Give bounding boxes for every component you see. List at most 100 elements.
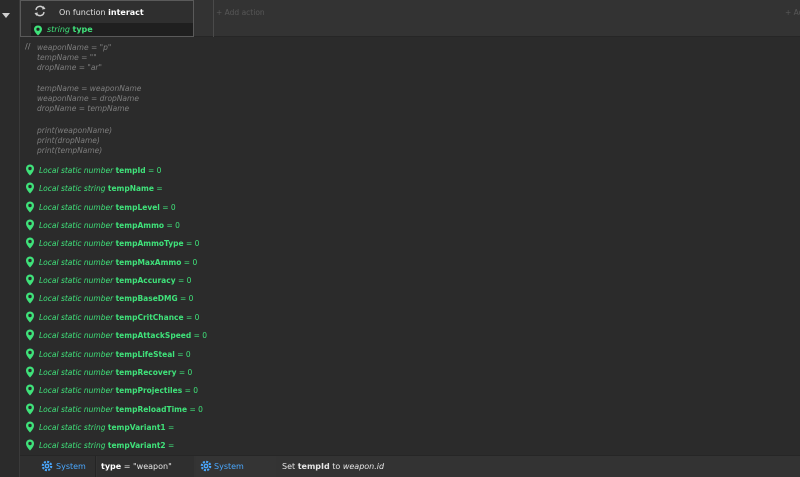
local-variable-text: Local static number tempReloadTime = 0 — [39, 405, 203, 414]
map-pin-icon — [26, 219, 34, 231]
local-variable-value: = 0 — [162, 202, 176, 212]
local-variable-value: = 0 — [186, 239, 200, 249]
function-event-header[interactable]: On function interact string type + Add a… — [20, 0, 800, 37]
local-variable-row[interactable]: Local static string tempVariant2 = — [20, 436, 800, 455]
sub-event-row[interactable]: System type = "weapon" System Set tempId… — [20, 455, 800, 477]
local-variable-name: tempBaseDMG — [115, 294, 178, 304]
system-label: System — [56, 462, 86, 471]
local-variable-row[interactable]: Local static number tempAmmoType = 0 — [20, 234, 800, 253]
local-variable-row[interactable]: Local static number tempMaxAmmo = 0 — [20, 252, 800, 271]
set-variable-action[interactable]: Set tempId to weapon.id — [276, 456, 800, 477]
local-variable-prefix: Local static number — [39, 276, 114, 286]
local-variable-text: Local static string tempName = — [39, 184, 163, 193]
local-variable-value: = 0 — [180, 294, 194, 304]
local-variable-value: = — [156, 184, 163, 194]
local-variable-name: tempAttackSpeed — [115, 331, 192, 341]
gear-icon — [200, 460, 212, 472]
collapse-arrow-icon[interactable] — [2, 13, 10, 18]
map-pin-icon — [26, 237, 34, 249]
local-variable-text: Local static number tempId = 0 — [39, 166, 161, 175]
local-variable-row[interactable]: Local static number tempCritChance = 0 — [20, 307, 800, 326]
local-variable-name: tempVariant1 — [107, 422, 166, 432]
action-mid: to — [329, 462, 343, 471]
map-pin-icon — [26, 421, 34, 433]
local-variable-text: Local static number tempAttackSpeed = 0 — [39, 331, 207, 340]
parameter-type: string — [47, 25, 70, 34]
local-variable-prefix: Local static string — [39, 422, 106, 432]
action-value: weapon.id — [342, 462, 385, 471]
function-loop-icon — [34, 5, 46, 17]
local-variable-row[interactable]: Local static number tempAmmo = 0 — [20, 216, 800, 235]
local-variable-row[interactable]: Local static number tempProjectiles = 0 — [20, 381, 800, 400]
local-variable-name: tempVariant2 — [107, 441, 166, 451]
comment-line: weaponName = dropName — [37, 94, 139, 103]
comment-block[interactable]: // weaponName = "p" tempName = "" dropNa… — [20, 38, 800, 160]
event-gutter[interactable] — [0, 0, 20, 477]
local-variable-row[interactable]: Local static number tempAccuracy = 0 — [20, 271, 800, 290]
local-variable-value: = 0 — [184, 386, 199, 396]
local-variable-name: tempName — [107, 184, 154, 194]
local-variable-row[interactable]: Local static number tempRecovery = 0 — [20, 362, 800, 381]
local-variable-prefix: Local static number — [39, 404, 114, 414]
condition-system-object[interactable]: System — [20, 456, 96, 477]
condition-text: type = "weapon" — [101, 462, 172, 471]
map-pin-icon — [26, 439, 34, 451]
local-variable-row[interactable]: Local static number tempLevel = 0 — [20, 197, 800, 216]
comment-line: dropName = "ar" — [37, 63, 102, 72]
action-text: Set tempId to weapon.id — [282, 462, 384, 471]
function-condition-block[interactable]: On function interact string type — [20, 0, 194, 37]
local-variable-row[interactable]: Local static string tempName = — [20, 179, 800, 198]
function-name: interact — [108, 8, 144, 17]
action-system-object[interactable]: System — [196, 456, 276, 477]
map-pin-icon — [26, 164, 34, 176]
local-variable-row[interactable]: Local static number tempLifeSteal = 0 — [20, 344, 800, 363]
local-variable-row[interactable]: Local static string tempVariant1 = — [20, 417, 800, 436]
function-parameter[interactable]: string type — [31, 23, 193, 36]
comment-line: tempName = weaponName — [37, 84, 142, 93]
local-variable-text: Local static number tempAmmoType = 0 — [39, 239, 199, 248]
local-variable-text: Local static number tempRecovery = 0 — [39, 368, 192, 377]
add-link[interactable]: + Add... — [785, 8, 800, 17]
local-variable-value: = 0 — [177, 276, 192, 286]
local-variable-name: tempCritChance — [115, 312, 184, 322]
local-variable-name: tempAmmoType — [115, 239, 184, 249]
local-variable-row[interactable]: Local static number tempBaseDMG = 0 — [20, 289, 800, 308]
local-variable-name: tempProjectiles — [115, 386, 183, 396]
header-divider — [213, 0, 214, 37]
local-variable-prefix: Local static number — [39, 331, 114, 341]
local-variable-text: Local static string tempVariant1 = — [39, 423, 174, 432]
local-variable-value: = — [168, 441, 175, 451]
local-variable-prefix: Local static number — [39, 349, 114, 359]
comment-line: print(weaponName) — [37, 126, 113, 135]
local-variable-text: Local static number tempBaseDMG = 0 — [39, 294, 193, 303]
compare-condition[interactable]: type = "weapon" — [97, 456, 194, 477]
local-variable-value: = 0 — [189, 404, 203, 414]
map-pin-icon — [34, 25, 42, 36]
local-variable-row[interactable]: Local static number tempId = 0 — [20, 161, 800, 179]
local-variable-name: tempId — [115, 166, 146, 175]
local-variable-row[interactable]: Local static number tempReloadTime = 0 — [20, 399, 800, 418]
local-variable-prefix: Local static number — [39, 221, 114, 231]
comment-line: weaponName = "p" — [37, 43, 112, 52]
local-variable-value: = 0 — [183, 257, 198, 267]
local-variable-prefix: Local static number — [39, 294, 114, 304]
local-variable-value: = 0 — [185, 312, 200, 322]
add-action-link[interactable]: + Add action — [216, 8, 265, 17]
comment-marker: // — [25, 42, 31, 51]
local-variable-row[interactable]: Local static number tempAttackSpeed = 0 — [20, 326, 800, 345]
map-pin-icon — [26, 201, 34, 213]
local-variable-prefix: Local static number — [39, 386, 114, 396]
local-variable-text: Local static number tempAmmo = 0 — [39, 221, 180, 230]
map-pin-icon — [26, 256, 34, 268]
condition-prefix: On function — [59, 8, 109, 17]
local-variable-prefix: Local static number — [39, 239, 114, 249]
map-pin-icon — [26, 384, 34, 396]
local-variable-text: Local static number tempMaxAmmo = 0 — [39, 258, 197, 267]
condition-variable: type — [101, 462, 122, 471]
local-variable-name: tempLevel — [115, 202, 160, 212]
local-variable-prefix: Local static number — [39, 367, 114, 377]
local-variable-value: = 0 — [166, 221, 180, 231]
map-pin-icon — [26, 311, 34, 323]
parameter-text: string type — [47, 25, 93, 34]
map-pin-icon — [26, 348, 34, 359]
